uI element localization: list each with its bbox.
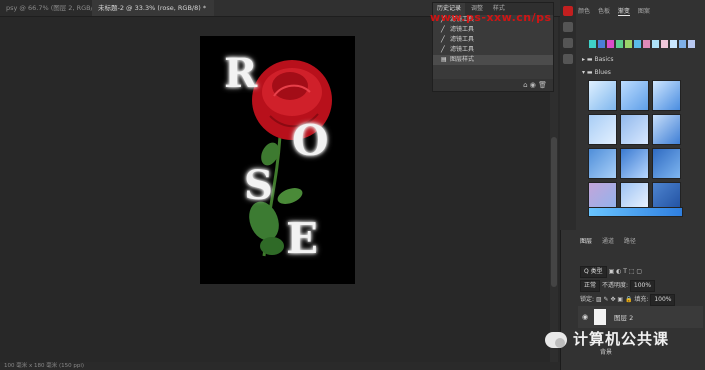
status-bar: 100 毫米 x 180 毫米 (150 ppi) xyxy=(0,362,564,370)
wechat-icon xyxy=(545,331,567,348)
opacity-input[interactable]: 100% xyxy=(629,280,656,292)
gradient-strip[interactable] xyxy=(588,207,683,217)
preset-swatch-row[interactable] xyxy=(589,40,695,48)
letter-r: R xyxy=(224,50,258,97)
panel-icon-strip xyxy=(560,0,576,230)
letter-e: E xyxy=(286,214,319,263)
folder-blues[interactable]: ▾ ▬ Blues xyxy=(582,69,611,76)
brand-text: 计算机公共课 xyxy=(573,330,670,348)
gradient-swatch[interactable] xyxy=(588,80,617,111)
pattern-icon[interactable] xyxy=(563,54,573,64)
brand-watermark: 计算机公共课 xyxy=(545,328,669,349)
filter-icons[interactable]: ▣ ◐ T ⬚ ▢ xyxy=(609,268,643,275)
gradient-swatch[interactable] xyxy=(620,148,649,179)
fill-input[interactable]: 100% xyxy=(650,294,676,306)
brush-icon: ╱ xyxy=(441,46,445,53)
gradient-swatch[interactable] xyxy=(588,114,617,145)
history-item[interactable]: ╱ 滤镜工具 xyxy=(433,35,553,45)
document-size: 100 毫米 x 180 毫米 (150 ppi) xyxy=(4,363,85,369)
tab-swatches[interactable]: 色板 xyxy=(598,8,610,15)
layer-name: 图层 2 xyxy=(614,314,634,322)
brush-icon: ╱ xyxy=(441,26,445,33)
kind-filter[interactable]: Q 类型 xyxy=(580,266,607,278)
background-layer-label: 背景 xyxy=(600,349,613,356)
gradient-swatch[interactable] xyxy=(620,114,649,145)
watermark-text: www.ps-xxw.cn/ps xyxy=(430,11,552,24)
folder-icon: ▸ ▬ xyxy=(582,56,595,63)
layer-row[interactable]: ◉ 图层 2 xyxy=(578,306,703,328)
folder-icon: ▾ ▬ xyxy=(582,69,595,76)
tab-document-2[interactable]: 未标题-2 @ 33.3% (rose, RGB/8) * xyxy=(92,0,214,16)
tab-paths[interactable]: 路径 xyxy=(624,238,636,245)
layer-filter-row: Q 类型 ▣ ◐ T ⬚ ▢ xyxy=(580,266,700,278)
history-item[interactable]: ╱ 滤镜工具 xyxy=(433,25,553,35)
document-canvas[interactable]: R O S E xyxy=(200,36,355,284)
blue-gradient-grid xyxy=(588,80,681,213)
gradient-swatch[interactable] xyxy=(620,80,649,111)
swatches-tabs: 颜色 色板 渐变 图案 xyxy=(578,6,656,16)
letter-o: O xyxy=(292,116,329,165)
color-icon[interactable] xyxy=(563,6,573,16)
tab-document-1[interactable]: psy @ 66.7% (图层 2, RGB/8#) xyxy=(0,0,98,16)
tab-color[interactable]: 颜色 xyxy=(578,8,590,15)
tab-patterns[interactable]: 图案 xyxy=(638,8,650,15)
gradient-swatch[interactable] xyxy=(652,114,681,145)
gradient-swatch[interactable] xyxy=(588,148,617,179)
layer-style-icon: ▤ xyxy=(441,56,447,63)
folder-basics[interactable]: ▸ ▬ Basics xyxy=(582,56,614,63)
lock-row: 锁定: ▨ ✎ ✥ ▣ 🔒 填充: 100% xyxy=(580,294,700,306)
history-item-selected[interactable]: ▤ 图层样式 xyxy=(433,55,553,65)
fill-label: 填充: xyxy=(634,296,649,303)
tab-channels[interactable]: 通道 xyxy=(602,238,614,245)
scroll-thumb[interactable] xyxy=(551,137,557,287)
gradient-swatch[interactable] xyxy=(652,148,681,179)
tab-layers[interactable]: 图层 xyxy=(580,238,592,245)
visibility-eye-icon[interactable]: ◉ xyxy=(582,313,588,321)
blend-mode-select[interactable]: 正常 xyxy=(580,280,601,292)
layer-thumbnail xyxy=(594,309,606,325)
lock-icons[interactable]: ▨ ✎ ✥ ▣ 🔒 xyxy=(596,296,633,303)
opacity-label: 不透明度: xyxy=(601,282,628,289)
layers-tabs: 图层 通道 路径 xyxy=(580,236,644,245)
blend-row: 正常 不透明度: 100% xyxy=(580,280,700,292)
history-item[interactable]: ╱ 滤镜工具 xyxy=(433,45,553,55)
gradient-swatch[interactable] xyxy=(652,80,681,111)
brush-icon: ╱ xyxy=(441,36,445,43)
letter-s: S xyxy=(244,162,273,209)
lock-label: 锁定: xyxy=(580,296,595,303)
gradient-icon[interactable] xyxy=(563,38,573,48)
swatches-icon[interactable] xyxy=(563,22,573,32)
history-footer-buttons[interactable]: ⌂ ◉ 🗑 xyxy=(433,79,553,91)
tab-gradients[interactable]: 渐变 xyxy=(617,8,630,16)
